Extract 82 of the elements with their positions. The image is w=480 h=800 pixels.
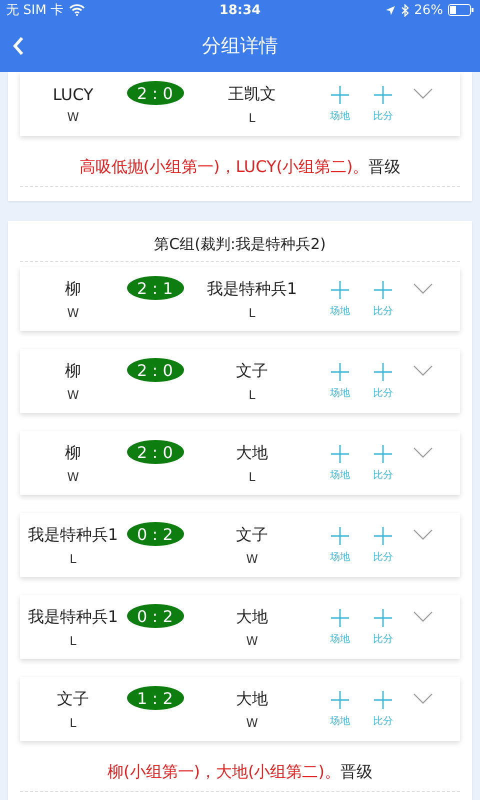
qualification-result: 柳(小组第一)，大地(小组第二)。晋级: [20, 759, 460, 792]
chevron-down-icon[interactable]: [413, 365, 433, 377]
plus-icon: [373, 85, 393, 105]
player-name: 柳: [65, 442, 81, 464]
score-button[interactable]: 比分: [360, 444, 406, 482]
match-result: L: [248, 306, 256, 320]
carrier-label: 无 SIM 卡: [6, 2, 64, 19]
plus-icon: [330, 690, 350, 710]
score-badge: 0 : 2: [126, 522, 184, 546]
player-name: 我是特种兵1: [206, 278, 298, 300]
bluetooth-icon: [401, 4, 410, 16]
score-badge: 2 : 0: [126, 358, 184, 382]
player-name: 文子: [236, 524, 268, 546]
player-name: 文子: [236, 360, 268, 382]
score-button[interactable]: 比分: [360, 690, 406, 728]
match-result: L: [70, 716, 76, 730]
player-name: 我是特种兵1: [28, 606, 118, 628]
score-button[interactable]: 比分: [360, 608, 406, 646]
match-result: W: [67, 470, 79, 484]
match-result: L: [248, 470, 256, 484]
player-name: LUCY: [52, 84, 94, 104]
plus-icon: [373, 362, 393, 382]
chevron-down-icon[interactable]: [413, 693, 433, 705]
match-result: W: [67, 110, 79, 124]
chevron-down-icon[interactable]: [413, 283, 433, 295]
score-button[interactable]: 比分: [360, 85, 406, 123]
player-name: 大地: [236, 606, 268, 628]
match-result: W: [246, 552, 258, 566]
match-result: L: [70, 634, 76, 648]
plus-icon: [330, 444, 350, 464]
chevron-down-icon[interactable]: [413, 447, 433, 459]
venue-button[interactable]: 场地: [320, 362, 360, 400]
plus-icon: [373, 526, 393, 546]
score-badge: 2 : 0: [126, 440, 184, 464]
plus-icon: [330, 85, 350, 105]
venue-button[interactable]: 场地: [320, 280, 360, 318]
battery-percent: 26%: [414, 2, 444, 18]
venue-button[interactable]: 场地: [320, 444, 360, 482]
wifi-icon: [68, 4, 85, 16]
score-badge: 1 : 2: [126, 686, 184, 710]
chevron-down-icon[interactable]: [413, 611, 433, 623]
score-button[interactable]: 比分: [360, 362, 406, 400]
match-result: W: [246, 634, 258, 648]
player-name: 柳: [65, 278, 81, 300]
battery-icon: [448, 4, 474, 16]
group-title: 第C组(裁判:我是特种兵2): [20, 221, 460, 262]
match-result: W: [67, 306, 79, 320]
score-badge: 0 : 2: [126, 604, 184, 628]
plus-icon: [373, 280, 393, 300]
match-result: L: [248, 388, 256, 402]
score-button[interactable]: 比分: [360, 280, 406, 318]
match-result: W: [246, 716, 258, 730]
venue-button[interactable]: 场地: [320, 85, 360, 123]
page-title: 分组详情: [202, 34, 278, 59]
plus-icon: [330, 608, 350, 628]
match-result: L: [70, 552, 76, 566]
plus-icon: [330, 362, 350, 382]
qualification-result: 高吸低抛(小组第一)，LUCY(小组第二)。晋级: [20, 154, 460, 187]
player-name: 文子: [57, 688, 89, 710]
location-arrow-icon: [385, 4, 396, 16]
plus-icon: [373, 690, 393, 710]
score-button[interactable]: 比分: [360, 526, 406, 564]
match-result: L: [248, 110, 256, 124]
chevron-down-icon[interactable]: [413, 88, 433, 100]
plus-icon: [373, 608, 393, 628]
clock: 18:34: [219, 2, 261, 18]
chevron-down-icon[interactable]: [413, 529, 433, 541]
plus-icon: [330, 526, 350, 546]
venue-button[interactable]: 场地: [320, 526, 360, 564]
player-name: 柳: [65, 360, 81, 382]
plus-icon: [373, 444, 393, 464]
score-badge: 2 : 1: [126, 276, 184, 300]
venue-button[interactable]: 场地: [320, 608, 360, 646]
score-badge: 2 : 0: [126, 81, 184, 105]
player-name: 大地: [236, 688, 268, 710]
venue-button[interactable]: 场地: [320, 690, 360, 728]
chevron-left-icon: [12, 36, 24, 56]
player-name: 王凯文: [228, 84, 276, 104]
player-name: 大地: [236, 442, 268, 464]
player-name: 我是特种兵1: [28, 524, 118, 546]
plus-icon: [330, 280, 350, 300]
match-result: W: [67, 388, 79, 402]
